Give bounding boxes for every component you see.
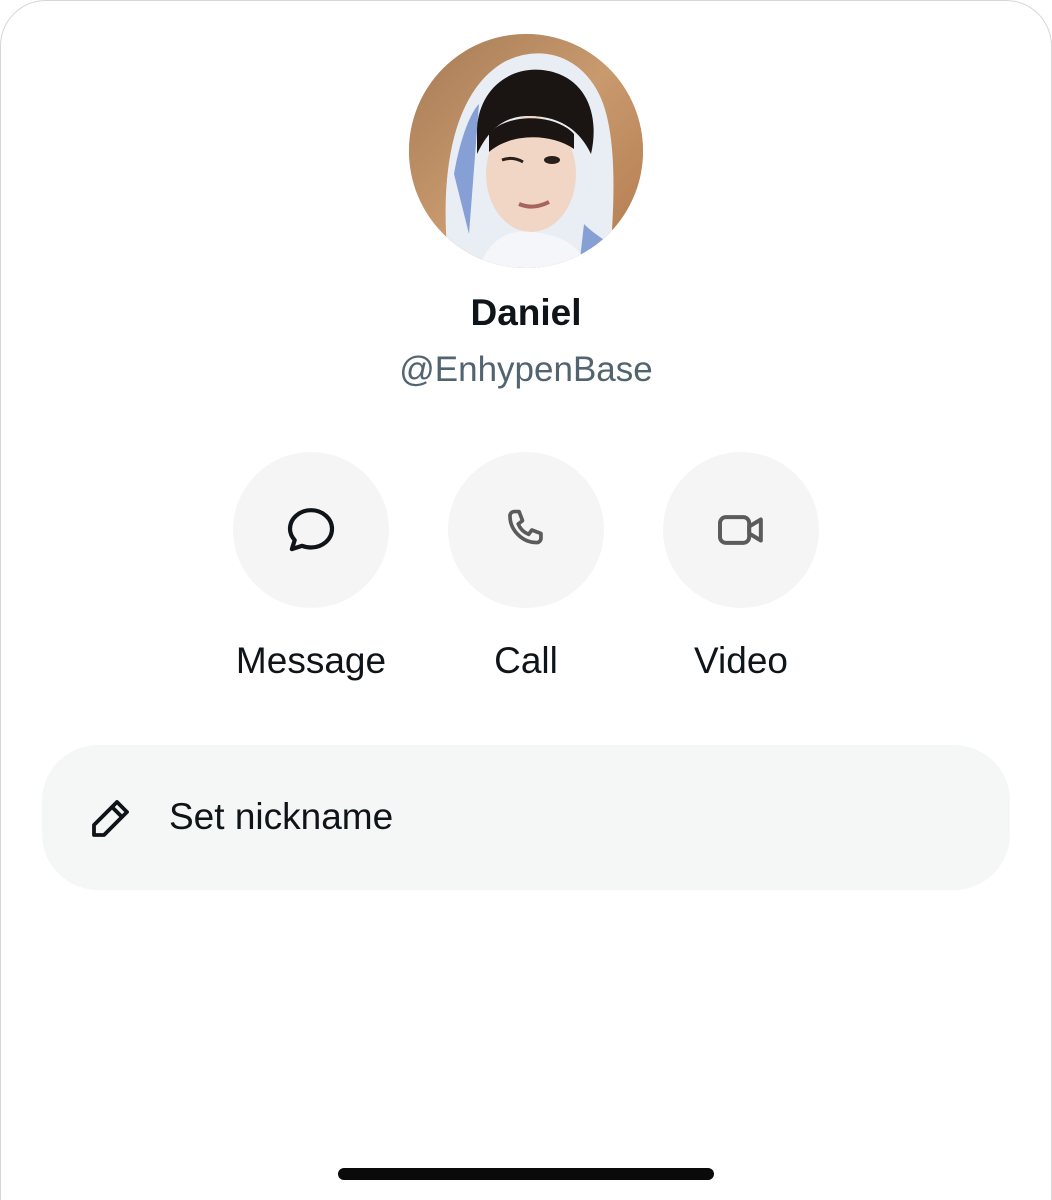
message-label: Message [235, 640, 387, 681]
chat-bubble-icon [287, 508, 335, 552]
profile-avatar[interactable] [409, 34, 643, 268]
video-button[interactable] [663, 452, 819, 608]
call-label: Call [494, 640, 558, 681]
message-button[interactable] [233, 452, 389, 608]
video-camera-icon [718, 515, 763, 545]
pencil-icon [92, 800, 129, 837]
avatar-photo [409, 34, 643, 268]
home-indicator[interactable] [338, 1168, 714, 1180]
phone-icon [508, 509, 543, 545]
profile-name: Daniel [470, 292, 582, 333]
call-button[interactable] [448, 452, 604, 608]
profile-handle: @EnhypenBase [399, 350, 653, 389]
set-nickname-label: Set nickname [169, 796, 394, 837]
set-nickname-button[interactable]: Set nickname [42, 745, 1010, 890]
video-label: Video [694, 640, 788, 681]
